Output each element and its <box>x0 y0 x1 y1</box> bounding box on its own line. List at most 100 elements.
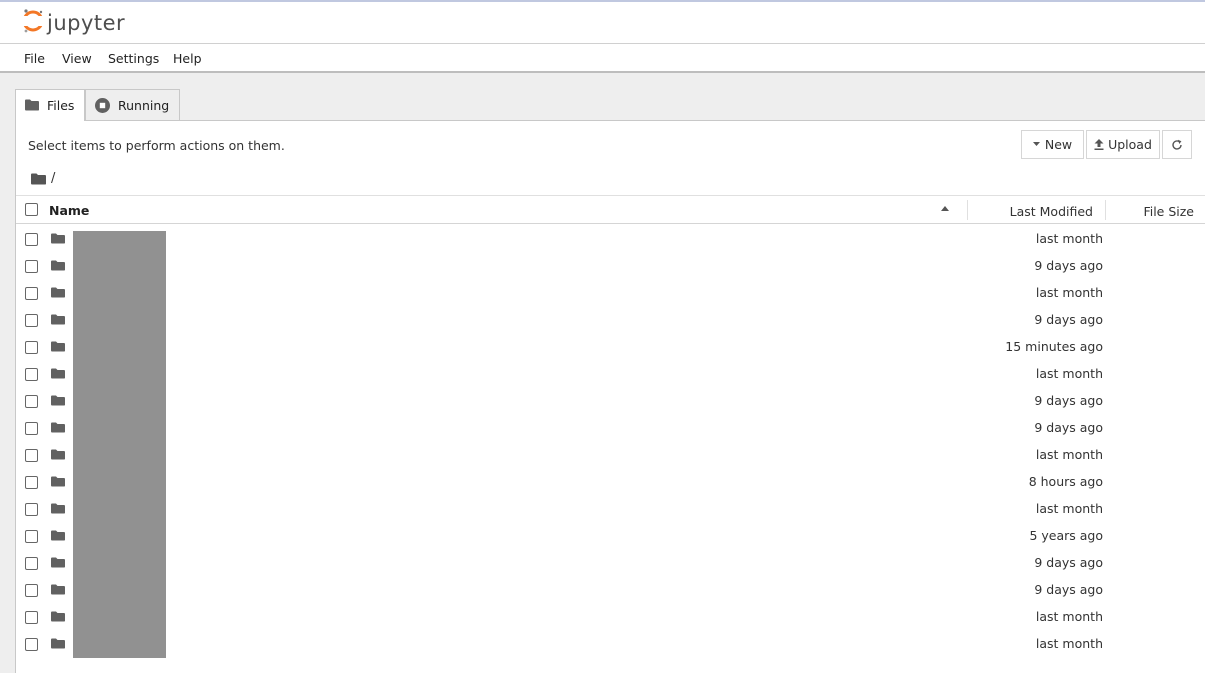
sort-caret-up-icon[interactable] <box>941 206 949 211</box>
row-checkbox[interactable] <box>25 449 38 462</box>
tab-running[interactable]: Running <box>85 89 180 120</box>
file-last-modified: last month <box>1035 501 1103 516</box>
row-checkbox[interactable] <box>25 422 38 435</box>
refresh-icon <box>1171 139 1183 151</box>
file-last-modified: last month <box>1035 285 1103 300</box>
file-row[interactable]: 15 minutes ago <box>16 333 1205 360</box>
row-checkbox[interactable] <box>25 287 38 300</box>
selection-hint: Select items to perform actions on them. <box>28 138 285 153</box>
column-divider <box>1105 200 1106 220</box>
file-row[interactable]: last month <box>16 360 1205 387</box>
file-last-modified: 9 days ago <box>1034 258 1103 273</box>
row-checkbox[interactable] <box>25 503 38 516</box>
column-last-modified[interactable]: Last Modified <box>1010 204 1093 219</box>
row-checkbox[interactable] <box>25 530 38 543</box>
column-name[interactable]: Name <box>49 203 89 218</box>
file-row[interactable]: 9 days ago <box>16 387 1205 414</box>
file-last-modified: last month <box>1035 447 1103 462</box>
jupyter-logo-icon <box>22 8 44 38</box>
new-button-label: New <box>1044 137 1073 152</box>
file-last-modified: 9 days ago <box>1034 312 1103 327</box>
row-checkbox[interactable] <box>25 341 38 354</box>
menu-help[interactable]: Help <box>173 51 202 66</box>
file-last-modified: last month <box>1035 609 1103 624</box>
row-checkbox[interactable] <box>25 260 38 273</box>
file-row[interactable]: 5 years ago <box>16 522 1205 549</box>
breadcrumb-path[interactable]: / <box>51 171 55 186</box>
upload-icon <box>1094 139 1104 150</box>
menu-settings[interactable]: Settings <box>108 51 159 66</box>
folder-icon <box>51 584 65 595</box>
jupyter-logo[interactable]: jupyter <box>22 8 125 38</box>
file-row[interactable]: last month <box>16 603 1205 630</box>
list-header: Name Last Modified File Size <box>16 195 1205 224</box>
file-row[interactable]: 9 days ago <box>16 549 1205 576</box>
folder-icon <box>51 368 65 379</box>
redacted-names-block <box>73 231 166 658</box>
file-row[interactable]: 9 days ago <box>16 252 1205 279</box>
folder-icon <box>51 503 65 514</box>
file-row[interactable]: 9 days ago <box>16 576 1205 603</box>
folder-icon <box>51 287 65 298</box>
breadcrumb: / <box>31 171 55 186</box>
row-checkbox[interactable] <box>25 233 38 246</box>
folder-icon <box>51 449 65 460</box>
file-row[interactable]: last month <box>16 441 1205 468</box>
file-last-modified: 9 days ago <box>1034 555 1103 570</box>
file-row[interactable]: last month <box>16 225 1205 252</box>
file-last-modified: 15 minutes ago <box>1005 339 1103 354</box>
file-last-modified: 9 days ago <box>1034 393 1103 408</box>
row-checkbox[interactable] <box>25 557 38 570</box>
file-row[interactable]: last month <box>16 279 1205 306</box>
folder-icon <box>51 476 65 487</box>
menu-bar: File View Settings Help <box>0 44 1205 73</box>
menu-view[interactable]: View <box>62 51 92 66</box>
select-all-checkbox[interactable] <box>25 203 38 216</box>
file-row[interactable]: 8 hours ago <box>16 468 1205 495</box>
folder-icon <box>51 422 65 433</box>
file-last-modified: 8 hours ago <box>1028 474 1103 489</box>
row-checkbox[interactable] <box>25 395 38 408</box>
row-checkbox[interactable] <box>25 638 38 651</box>
upload-button[interactable]: Upload <box>1086 130 1160 159</box>
column-file-size[interactable]: File Size <box>1143 204 1194 219</box>
folder-icon <box>51 341 65 352</box>
file-last-modified: 5 years ago <box>1029 528 1103 543</box>
folder-icon <box>51 557 65 568</box>
folder-icon <box>51 314 65 325</box>
caret-down-icon <box>1032 142 1040 147</box>
row-checkbox[interactable] <box>25 368 38 381</box>
refresh-button[interactable] <box>1162 130 1192 159</box>
folder-icon <box>51 638 65 649</box>
row-checkbox[interactable] <box>25 314 38 327</box>
file-row[interactable]: 9 days ago <box>16 306 1205 333</box>
menu-file[interactable]: File <box>24 51 45 66</box>
file-last-modified: last month <box>1035 636 1103 651</box>
jupyter-logo-text: jupyter <box>47 11 126 35</box>
file-row[interactable]: last month <box>16 630 1205 657</box>
file-row[interactable]: last month <box>16 495 1205 522</box>
row-checkbox[interactable] <box>25 476 38 489</box>
folder-icon <box>25 99 39 114</box>
folder-icon <box>51 611 65 622</box>
row-checkbox[interactable] <box>25 611 38 624</box>
file-browser-panel: Select items to perform actions on them.… <box>15 120 1205 673</box>
folder-icon <box>51 260 65 271</box>
tab-running-label: Running <box>118 98 170 113</box>
file-last-modified: 9 days ago <box>1034 582 1103 597</box>
folder-icon[interactable] <box>31 173 46 185</box>
file-last-modified: last month <box>1035 366 1103 381</box>
file-last-modified: 9 days ago <box>1034 420 1103 435</box>
stop-circle-icon <box>95 98 110 116</box>
tab-files-label: Files <box>47 98 75 113</box>
new-button[interactable]: New <box>1021 130 1084 159</box>
file-last-modified: last month <box>1035 231 1103 246</box>
row-checkbox[interactable] <box>25 584 38 597</box>
tab-files[interactable]: Files <box>15 89 85 121</box>
header: jupyter <box>0 2 1205 44</box>
folder-icon <box>51 395 65 406</box>
folder-icon <box>51 530 65 541</box>
file-row[interactable]: 9 days ago <box>16 414 1205 441</box>
folder-icon <box>51 233 65 244</box>
upload-button-label: Upload <box>1108 137 1152 152</box>
